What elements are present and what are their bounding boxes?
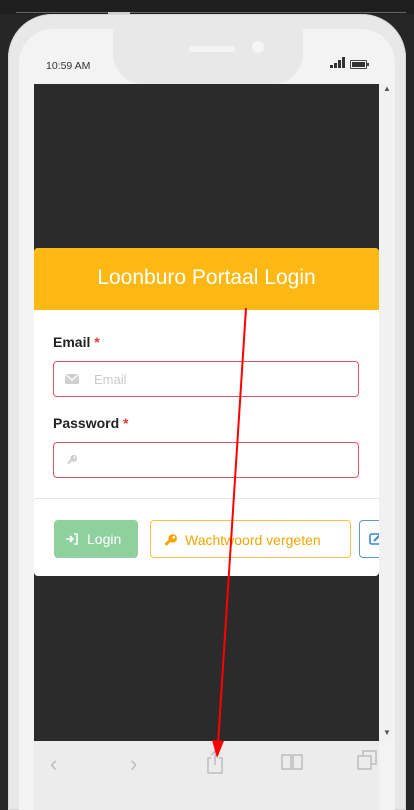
annotation-arrow [212,307,247,758]
